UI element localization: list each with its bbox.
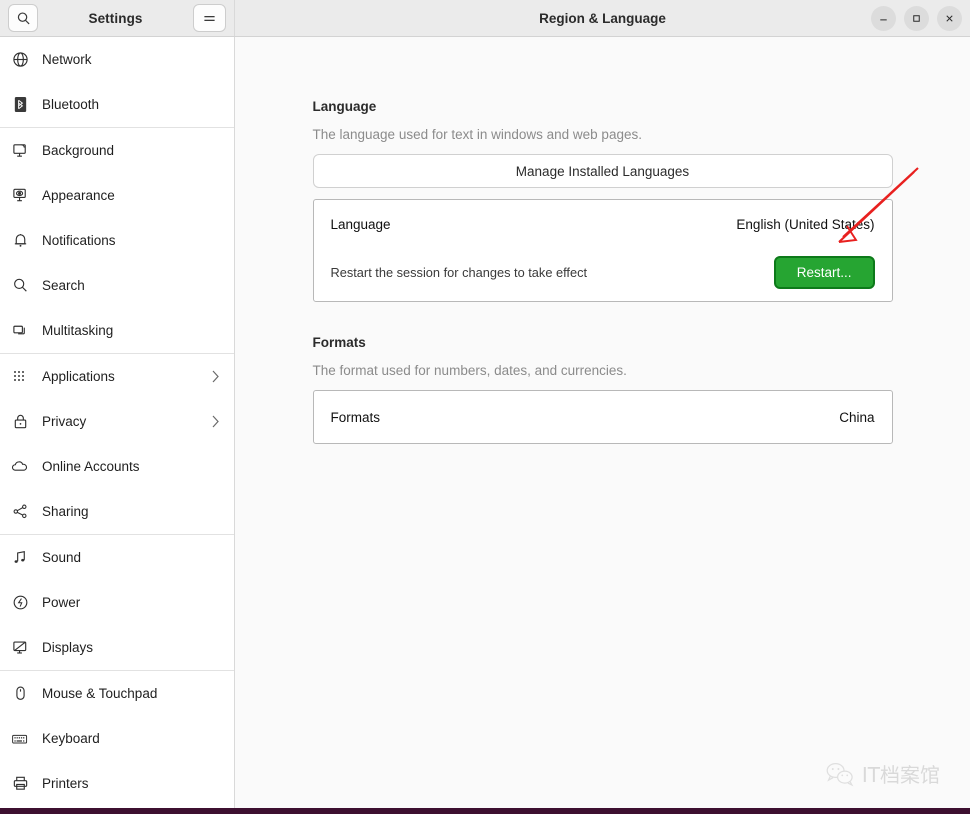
language-section-description: The language used for text in windows an… — [312, 127, 642, 142]
sidebar-item-search[interactable]: Search — [0, 263, 234, 308]
sidebar-label: Mouse & Touchpad — [42, 686, 158, 701]
page-title: Region & Language — [539, 10, 666, 26]
grid-dots-icon — [10, 367, 30, 387]
printer-icon — [10, 774, 30, 794]
lock-icon — [10, 412, 30, 432]
mouse-icon — [10, 684, 30, 704]
sidebar-label: Appearance — [42, 188, 115, 203]
restart-notice-row: Restart the session for changes to take … — [314, 248, 892, 301]
window-controls — [871, 5, 962, 31]
sidebar-headerbar: Settings — [0, 0, 235, 36]
sidebar-item-multitasking[interactable]: Multitasking — [0, 308, 234, 353]
sidebar-item-displays[interactable]: Displays — [0, 625, 234, 670]
sidebar-label: Search — [42, 278, 85, 293]
sidebar-label: Network — [42, 52, 92, 67]
formats-card: Formats China — [312, 390, 893, 444]
sidebar-label: Displays — [42, 640, 94, 655]
sidebar-item-online-accounts[interactable]: Online Accounts — [0, 444, 234, 489]
restart-notice-text: Restart the session for changes to take … — [330, 265, 588, 280]
language-row[interactable]: Language English (United States) — [314, 200, 892, 248]
sidebar-item-sound[interactable]: Sound — [0, 535, 234, 580]
displays-icon — [10, 638, 30, 658]
sidebar-label: Online Accounts — [42, 459, 140, 474]
sidebar-item-printers[interactable]: Printers — [0, 761, 234, 806]
sidebar-item-network[interactable]: Network — [0, 37, 234, 82]
close-button[interactable] — [937, 5, 962, 31]
formats-row-label: Formats — [330, 409, 381, 425]
chevron-right-icon — [211, 369, 220, 384]
close-icon — [946, 14, 953, 22]
restart-button[interactable]: Restart... — [773, 256, 875, 289]
sidebar-label: Notifications — [42, 233, 116, 248]
globe-icon — [10, 50, 30, 70]
formats-row[interactable]: Formats China — [314, 391, 892, 443]
chevron-right-icon — [211, 414, 220, 429]
sidebar-label: Bluetooth — [42, 97, 100, 112]
sidebar-item-keyboard[interactable]: Keyboard — [0, 716, 234, 761]
minimize-icon — [880, 18, 887, 20]
language-card: Language English (United States) Restart… — [312, 199, 893, 302]
sidebar-label: Background — [42, 143, 115, 158]
content-inner: Language The language used for text in w… — [312, 99, 893, 444]
sidebar-label: Multitasking — [42, 323, 114, 338]
sidebar-label: Applications — [42, 369, 115, 384]
sidebar-item-background[interactable]: Background — [0, 128, 234, 173]
maximize-icon — [913, 14, 920, 22]
formats-section-title: Formats — [312, 335, 366, 350]
sidebar-item-mouse-touchpad[interactable]: Mouse & Touchpad — [0, 671, 234, 716]
windows-icon — [10, 321, 30, 341]
bell-icon — [10, 231, 30, 251]
sidebar-label: Power — [42, 595, 81, 610]
sidebar-item-notifications[interactable]: Notifications — [0, 218, 234, 263]
sidebar-label: Printers — [42, 776, 89, 791]
settings-window: Settings Region & Language Network Bluet… — [0, 0, 970, 808]
maximize-button[interactable] — [904, 5, 929, 31]
window-headerbar: Settings Region & Language — [0, 0, 970, 37]
sidebar-item-applications[interactable]: Applications — [0, 354, 234, 399]
desktop-background-strip — [0, 808, 970, 814]
settings-sidebar[interactable]: Network Bluetooth Background Appearance … — [0, 37, 235, 808]
hamburger-menu-icon — [204, 15, 215, 21]
main-headerbar: Region & Language — [235, 0, 970, 36]
power-icon — [10, 593, 30, 613]
language-section-title: Language — [312, 99, 377, 114]
bluetooth-icon — [10, 95, 30, 115]
search-button[interactable] — [8, 4, 38, 32]
minimize-button[interactable] — [871, 5, 896, 31]
music-note-icon — [10, 548, 30, 568]
monitor-background-icon — [10, 141, 30, 161]
sidebar-label: Privacy — [42, 414, 87, 429]
formats-section-description: The format used for numbers, dates, and … — [312, 363, 627, 378]
settings-content: Language The language used for text in w… — [235, 37, 970, 808]
language-row-value: English (United States) — [736, 216, 875, 232]
cloud-icon — [10, 457, 30, 477]
sidebar-item-appearance[interactable]: Appearance — [0, 173, 234, 218]
sidebar-item-sharing[interactable]: Sharing — [0, 489, 234, 534]
language-row-label: Language — [330, 216, 391, 232]
sidebar-item-bluetooth[interactable]: Bluetooth — [0, 82, 234, 127]
main-menu-button[interactable] — [193, 4, 226, 32]
share-nodes-icon — [10, 502, 30, 522]
sidebar-label: Sharing — [42, 504, 89, 519]
sidebar-item-power[interactable]: Power — [0, 580, 234, 625]
window-body: Network Bluetooth Background Appearance … — [0, 37, 970, 808]
keyboard-icon — [10, 729, 30, 749]
manage-installed-languages-button[interactable]: Manage Installed Languages — [312, 154, 893, 188]
sidebar-title: Settings — [88, 10, 143, 26]
sidebar-label: Sound — [42, 550, 82, 565]
appearance-icon — [10, 186, 30, 206]
sidebar-item-privacy[interactable]: Privacy — [0, 399, 234, 444]
search-icon — [10, 276, 30, 296]
search-icon — [17, 11, 30, 24]
formats-row-value: China — [839, 409, 875, 425]
sidebar-label: Keyboard — [42, 731, 100, 746]
